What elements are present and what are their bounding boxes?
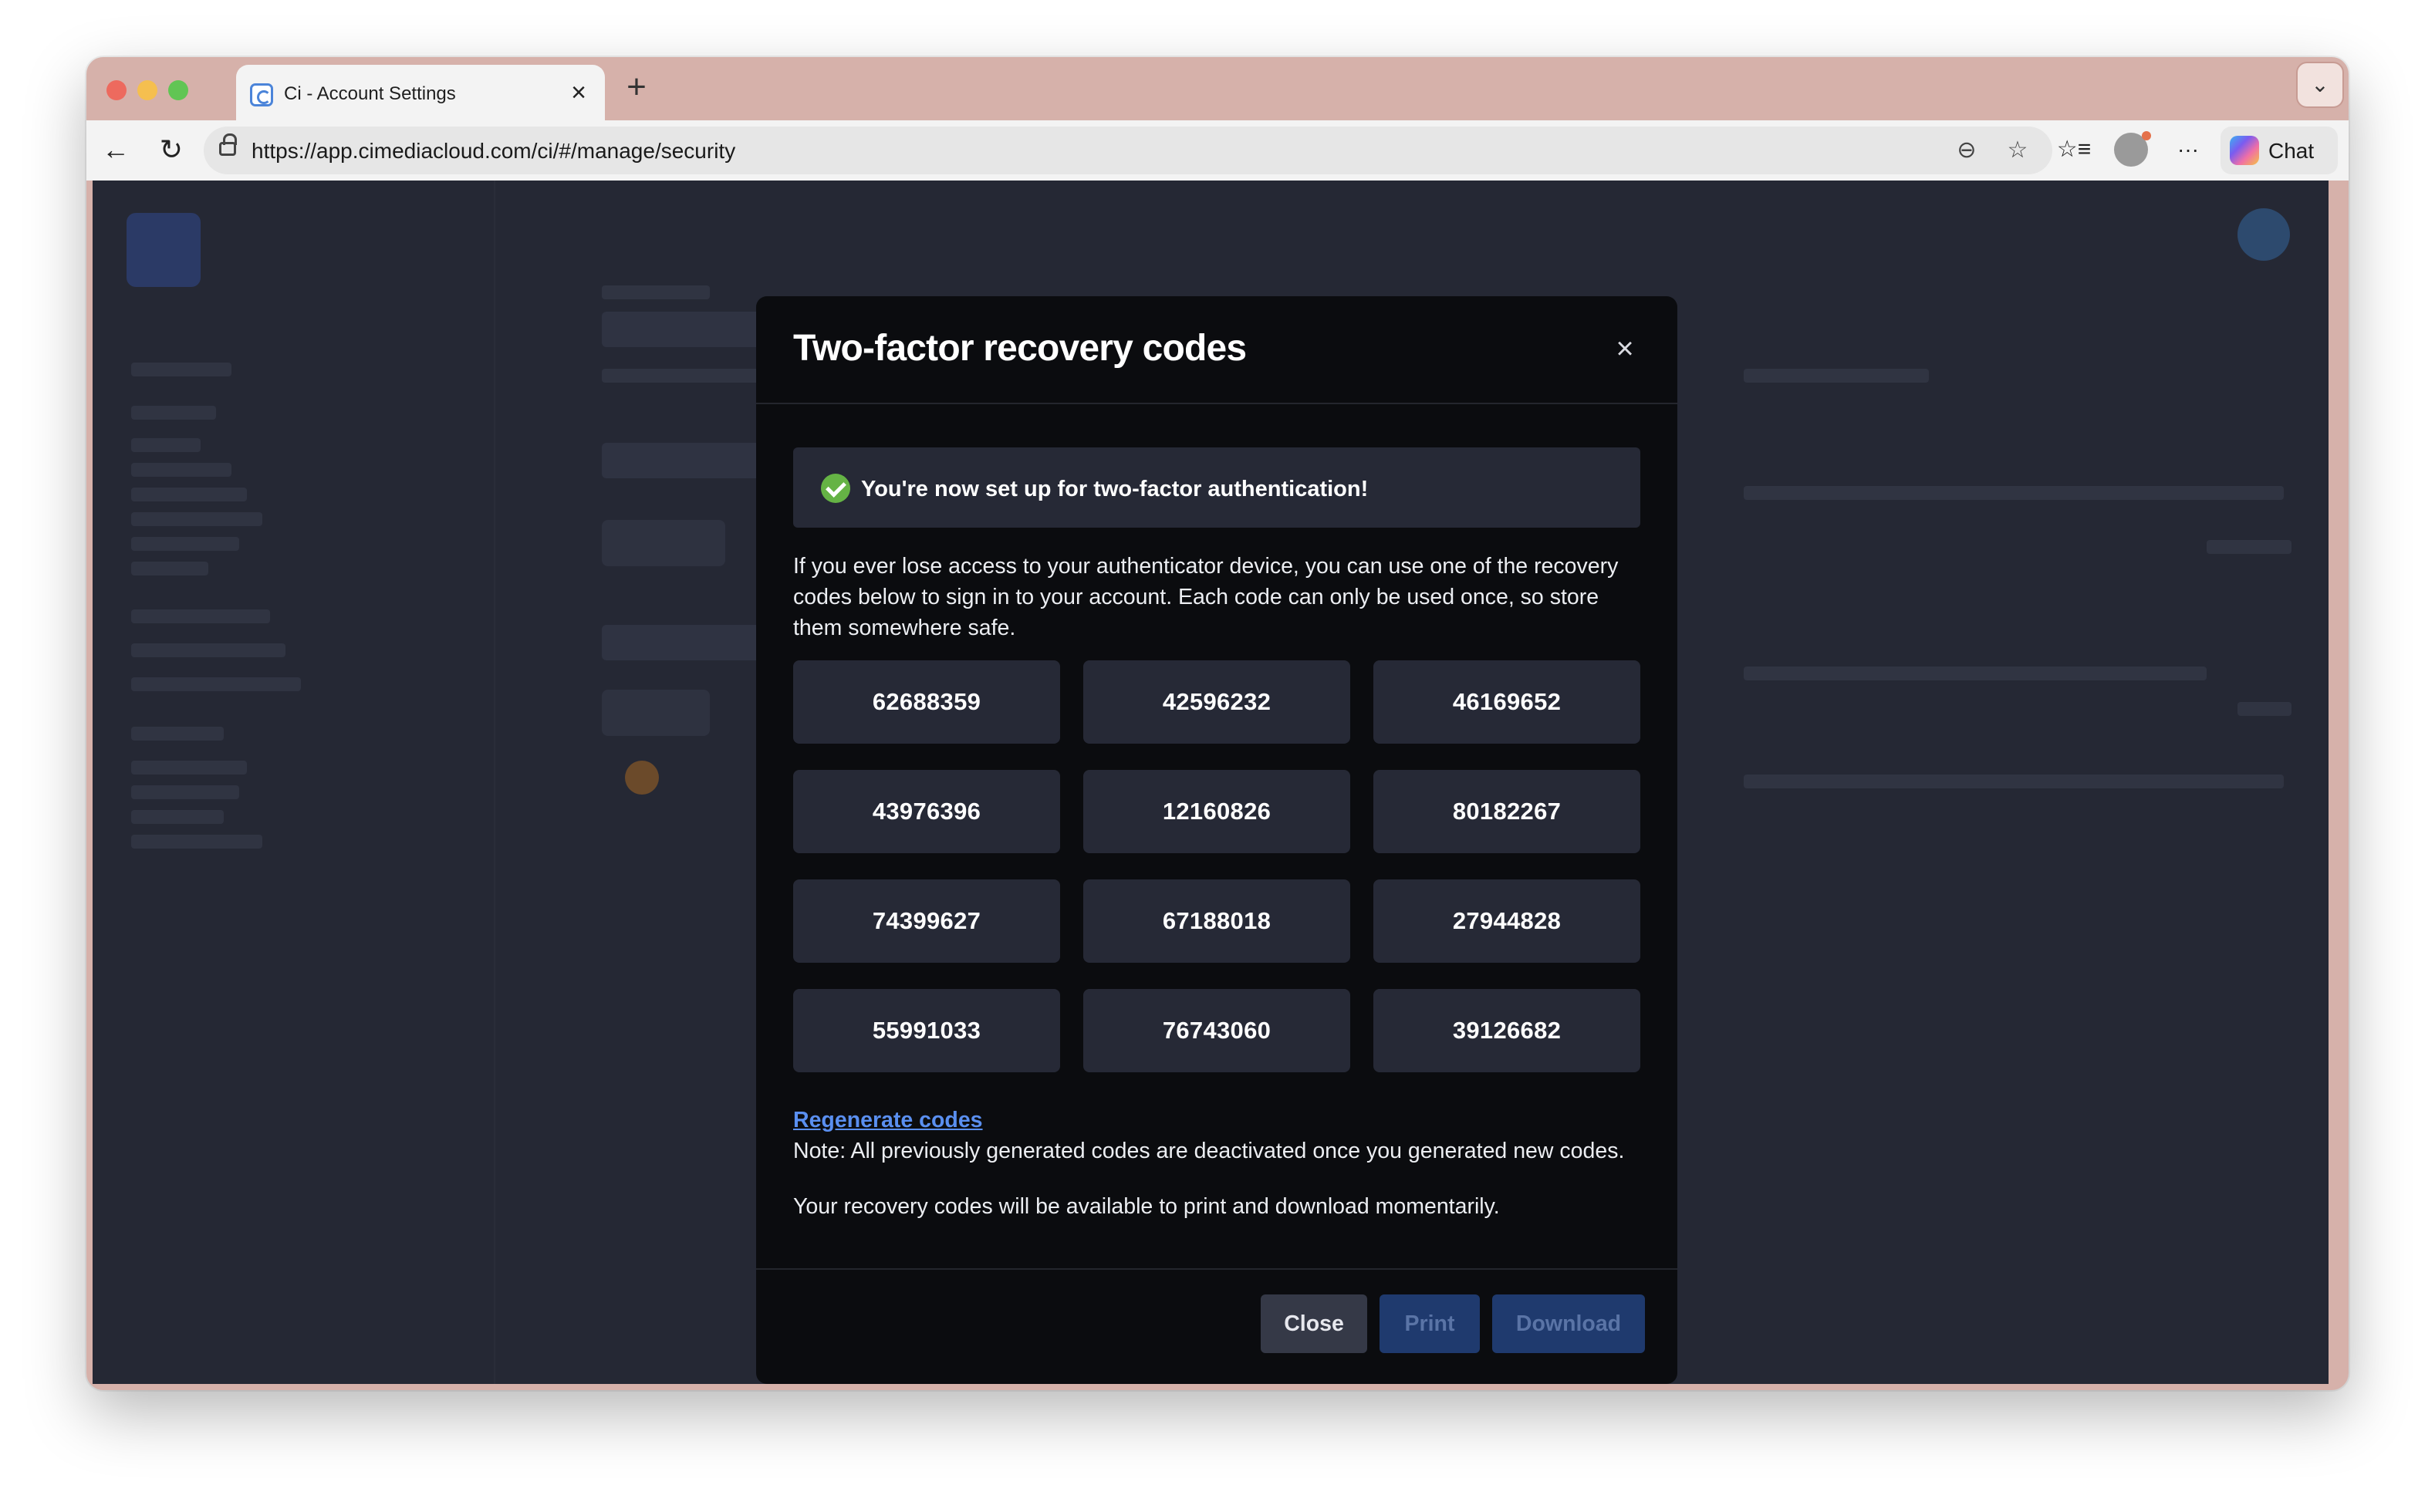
- background-line: [131, 785, 239, 799]
- background-line: [2207, 540, 2291, 554]
- background-line: [131, 512, 262, 526]
- copilot-logo-icon: [2230, 136, 2259, 165]
- background-line: [1744, 486, 2284, 500]
- recovery-code: 74399627: [793, 879, 1060, 963]
- background-line: [131, 810, 224, 824]
- background-line: [1744, 667, 2207, 680]
- window-minimize-button[interactable]: [137, 80, 157, 100]
- recovery-code: 76743060: [1083, 989, 1350, 1072]
- availability-message: Your recovery codes will be available to…: [793, 1194, 1500, 1219]
- intro-text: If you ever lose access to your authenti…: [793, 554, 1619, 640]
- address-bar[interactable]: https://app.cimediacloud.com/ci/#/manage…: [204, 127, 2052, 174]
- background-line: [131, 406, 216, 420]
- recovery-code: 42596232: [1083, 660, 1350, 744]
- favorites-icon[interactable]: ☆≡: [2055, 131, 2092, 168]
- recovery-code: 55991033: [793, 989, 1060, 1072]
- recovery-code: 39126682: [1373, 989, 1640, 1072]
- recovery-codes-grid: 62688359 42596232 46169652 43976396 1216…: [793, 660, 1642, 1072]
- reload-icon[interactable]: ↻: [153, 131, 190, 168]
- background-line: [131, 363, 231, 376]
- dialog-title: Two-factor recovery codes: [793, 328, 1247, 369]
- background-line: [131, 537, 239, 551]
- recovery-code: 67188018: [1083, 879, 1350, 963]
- background-line: [131, 463, 231, 477]
- background-block: [602, 520, 725, 566]
- background-line: [131, 488, 247, 501]
- background-line: [602, 285, 710, 299]
- tab-list-chevron-icon[interactable]: ⌄: [2296, 62, 2344, 108]
- print-button[interactable]: Print: [1380, 1294, 1480, 1353]
- recovery-code: 46169652: [1373, 660, 1640, 744]
- reader-mode-icon[interactable]: ⊖: [1950, 134, 1983, 167]
- background-line: [1744, 775, 2284, 788]
- background-sidebar-divider: [494, 181, 495, 1384]
- tab-account-settings[interactable]: Ci - Account Settings ×: [236, 65, 605, 120]
- address-url: https://app.cimediacloud.com/ci/#/manage…: [252, 139, 736, 163]
- background-line: [131, 609, 270, 623]
- tab-title: Ci - Account Settings: [284, 83, 456, 104]
- recovery-code: 62688359: [793, 660, 1060, 744]
- browser-window: Ci - Account Settings × + ⌄ ← ↻ https://…: [86, 57, 2349, 1390]
- download-button[interactable]: Download: [1492, 1294, 1645, 1353]
- new-tab-icon[interactable]: +: [617, 68, 656, 106]
- recovery-code: 80182267: [1373, 770, 1640, 853]
- dialog-footer: Close Print Download: [756, 1268, 1677, 1384]
- back-arrow-icon[interactable]: ←: [97, 131, 134, 168]
- close-button[interactable]: Close: [1261, 1294, 1367, 1353]
- tab-close-icon[interactable]: ×: [563, 77, 594, 108]
- ci-favicon-icon: [250, 83, 273, 106]
- recovery-code: 12160826: [1083, 770, 1350, 853]
- tab-strip: Ci - Account Settings × + ⌄: [86, 57, 2349, 120]
- deactivation-note: Note: All previously generated codes are…: [793, 1139, 1625, 1163]
- page-overlay: Two-factor recovery codes × You're now s…: [93, 181, 2329, 1384]
- background-line: [131, 438, 201, 452]
- background-line: [1744, 369, 1929, 383]
- background-line: [131, 562, 208, 575]
- regenerate-codes-link[interactable]: Regenerate codes: [793, 1108, 983, 1133]
- success-banner: You're now set up for two-factor authent…: [793, 447, 1640, 528]
- background-line: [131, 835, 262, 849]
- recovery-code: 43976396: [793, 770, 1060, 853]
- window-zoom-button[interactable]: [168, 80, 188, 100]
- background-line: [131, 727, 224, 741]
- background-line: [2237, 702, 2291, 716]
- background-logo: [127, 213, 201, 287]
- background-orange-dot: [625, 761, 659, 795]
- window-close-button[interactable]: [106, 80, 127, 100]
- check-circle-icon: [821, 474, 850, 503]
- background-block: [602, 690, 710, 736]
- chat-button[interactable]: Chat: [2221, 127, 2338, 174]
- browser-toolbar: ← ↻ https://app.cimediacloud.com/ci/#/ma…: [86, 120, 2349, 181]
- recovery-code: 27944828: [1373, 879, 1640, 963]
- background-line: [131, 677, 301, 691]
- background-avatar: [2237, 208, 2290, 261]
- more-icon[interactable]: ···: [2170, 131, 2207, 168]
- star-icon[interactable]: ☆: [2001, 134, 2034, 167]
- lock-icon: [219, 133, 237, 156]
- recovery-codes-dialog: Two-factor recovery codes × You're now s…: [756, 296, 1677, 1384]
- background-line: [131, 643, 285, 657]
- success-message: You're now set up for two-factor authent…: [861, 477, 1369, 501]
- profile-avatar[interactable]: [2114, 131, 2151, 167]
- background-line: [131, 761, 247, 775]
- dialog-close-icon[interactable]: ×: [1606, 330, 1643, 367]
- chat-label: Chat: [2268, 139, 2315, 163]
- dialog-header: Two-factor recovery codes ×: [756, 296, 1677, 404]
